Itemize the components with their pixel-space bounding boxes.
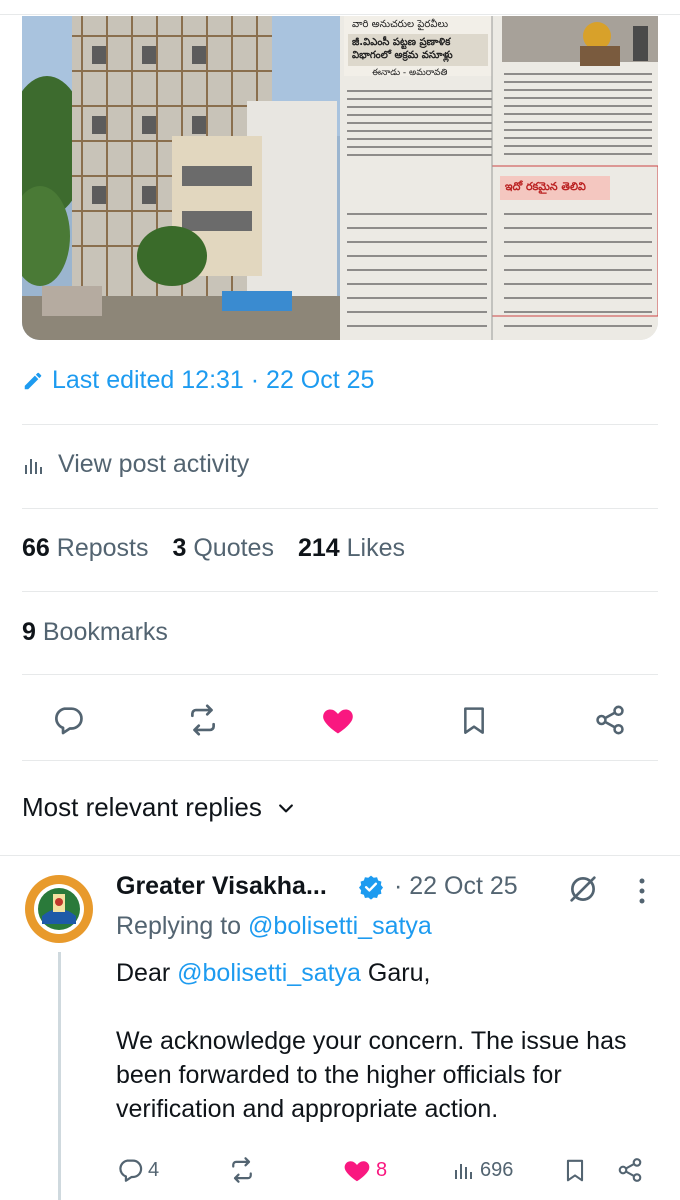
media-image	[22, 16, 658, 340]
repost-button[interactable]	[183, 700, 223, 740]
replying-to: Replying to @bolisetti_satya	[116, 912, 432, 941]
bar-chart-icon	[25, 458, 42, 474]
reply-sort-label: Most relevant replies	[22, 792, 262, 822]
reply-body: We acknowledge your concern. The issue h…	[116, 1027, 627, 1123]
reply-action-bar: 4 8 696	[116, 1153, 656, 1187]
view-post-activity-link[interactable]: View post activity	[22, 450, 249, 479]
verified-badge-icon	[358, 875, 384, 900]
newspaper-sidebar-title: ఇదో రకమైన తెలివి	[505, 180, 586, 193]
reply-item[interactable]: Greater Visakha... · 22 Oct 25 Replying …	[0, 856, 680, 1200]
bookmarks-label: Bookmarks	[42, 618, 168, 646]
likes-label: Likes	[346, 534, 405, 562]
heart-icon	[344, 1161, 370, 1182]
newspaper-kicker: వారి అనుచరుల పైరవీలు	[352, 19, 449, 30]
greeting-prefix: Dear	[116, 959, 171, 987]
avatar[interactable]	[22, 872, 96, 946]
reply-comment-count: 4	[148, 1158, 160, 1181]
reply-date-text: 22 Oct 25	[409, 872, 518, 900]
quotes-label: Quotes	[193, 534, 274, 562]
chevron-down-icon	[278, 803, 293, 812]
reply-like-count: 8	[376, 1158, 388, 1181]
reposts-label: Reposts	[56, 534, 149, 562]
reply-date[interactable]: · 22 Oct 25	[394, 872, 518, 901]
post-action-bar	[0, 700, 680, 740]
bookmark-icon	[566, 1159, 584, 1182]
reply-bookmark-button[interactable]	[562, 1153, 588, 1187]
newspaper-dateline: ఈనాడు - అమరావతి	[372, 68, 448, 78]
top-divider	[0, 14, 680, 15]
repost-icon	[232, 1157, 252, 1183]
heart-icon	[323, 709, 353, 734]
reply-icon	[119, 1159, 143, 1182]
share-icon	[596, 705, 624, 735]
likes-stat[interactable]: 214 Likes	[298, 534, 405, 563]
replying-handle-link[interactable]: @bolisetti_satya	[248, 912, 432, 940]
thread-line	[58, 952, 61, 1200]
newspaper-headline: జీ.విఎంసీ పట్టణ ప్రణాళిక విభాగంలో అక్రమ …	[352, 37, 453, 61]
likes-count: 214	[297, 534, 340, 562]
grok-icon[interactable]	[566, 872, 600, 906]
greeting-suffix: Garu,	[367, 959, 431, 987]
share-button[interactable]	[590, 700, 630, 740]
reposts-stat[interactable]: 66 Reposts	[22, 534, 148, 563]
reply-views-count: 696	[480, 1158, 514, 1181]
views-icon	[455, 1164, 472, 1179]
view-post-activity-label: View post activity	[58, 450, 250, 478]
reply-share-button[interactable]	[616, 1153, 644, 1187]
post-media[interactable]: వారి అనుచరుల పైరవీలు జీ.విఎంసీ పట్టణ ప్ర…	[22, 16, 658, 340]
reply-repost-button[interactable]	[228, 1153, 256, 1187]
divider	[22, 424, 658, 425]
divider	[22, 674, 658, 675]
separator-dot: ·	[394, 872, 403, 900]
share-icon	[618, 1158, 642, 1182]
reply-comment-button[interactable]: 4	[116, 1153, 159, 1187]
last-edited-text: Last edited 12:31 · 22 Oct 25	[52, 366, 375, 394]
reply-sort-dropdown[interactable]: Most relevant replies	[22, 792, 296, 823]
reply-text: Dear @bolisetti_satya Garu, We acknowled…	[116, 956, 661, 1126]
reply-like-button[interactable]: 8	[342, 1153, 387, 1187]
reply-greeting: Dear @bolisetti_satya Garu,	[116, 956, 661, 990]
bookmark-icon	[464, 707, 484, 734]
quotes-count: 3	[172, 534, 187, 562]
edit-icon	[24, 372, 42, 389]
gvmc-logo	[22, 872, 96, 946]
reply-author-name[interactable]: Greater Visakha...	[116, 872, 327, 901]
mention-link[interactable]: @bolisetti_satya	[177, 959, 361, 987]
post-stats: 66 Reposts 3 Quotes 214 Likes	[22, 534, 405, 563]
last-edited-link[interactable]: Last edited 12:31 · 22 Oct 25	[22, 366, 374, 395]
divider	[22, 760, 658, 761]
replying-prefix: Replying to	[116, 912, 242, 940]
quotes-stat[interactable]: 3 Quotes	[172, 534, 273, 563]
reply-views-button[interactable]: 696	[452, 1153, 513, 1187]
repost-icon	[191, 704, 215, 736]
divider	[22, 591, 658, 592]
bookmark-button[interactable]	[454, 700, 494, 740]
divider	[22, 508, 658, 509]
reply-button[interactable]	[48, 700, 88, 740]
more-icon[interactable]	[636, 876, 648, 906]
reposts-count: 66	[22, 534, 50, 562]
bookmarks-stat[interactable]: 9 Bookmarks	[22, 618, 168, 647]
bookmarks-count: 9	[22, 618, 36, 646]
like-button[interactable]	[318, 700, 358, 740]
reply-icon	[55, 707, 83, 735]
